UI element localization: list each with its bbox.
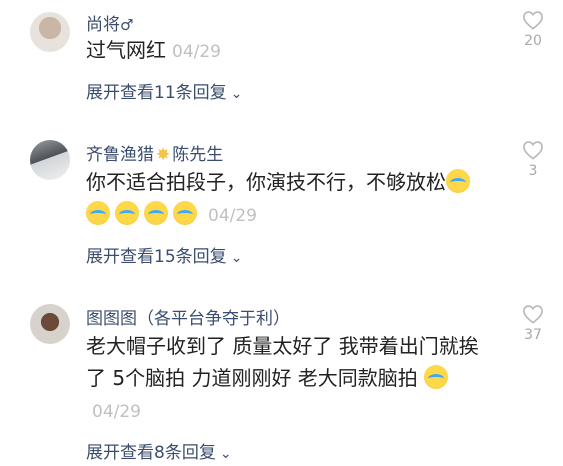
expand-replies-label: 展开查看8条回复: [86, 443, 216, 463]
like-button[interactable]: 37: [518, 304, 548, 343]
expand-replies-label: 展开查看15条回复: [86, 247, 227, 267]
avatar[interactable]: [30, 12, 70, 52]
expand-replies-button[interactable]: 展开查看15条回复 ⌄: [86, 242, 242, 267]
crying-laughing-emoji: [86, 201, 110, 225]
comment-body: 你不适合拍段子，你演技不行，不够放松: [86, 170, 446, 194]
comment-username[interactable]: 齐鲁渔猎 ✸ 陈先生: [86, 140, 223, 165]
expand-replies-button[interactable]: 展开查看11条回复 ⌄: [86, 78, 242, 103]
like-button[interactable]: 20: [518, 10, 548, 49]
comment-username[interactable]: 尚将♂: [86, 10, 133, 35]
crying-laughing-emoji: [173, 201, 197, 225]
chevron-down-icon: ⌄: [219, 446, 232, 462]
expand-replies-label: 展开查看11条回复: [86, 83, 227, 103]
username-text: 图图图（各平台争夺于利）: [86, 309, 290, 329]
avatar[interactable]: [30, 140, 70, 180]
chevron-down-icon: ⌄: [230, 250, 243, 266]
male-gender-icon: ♂: [120, 16, 134, 34]
comment-timestamp: 04/29: [208, 206, 257, 226]
comment-text: 老大帽子收到了 质量太好了 我带着出门就挨了 5个脑拍 力道刚刚好 老大同款脑拍…: [86, 330, 481, 428]
avatar[interactable]: [30, 304, 70, 344]
comment-text: 你不适合拍段子，你演技不行，不够放松 04/29: [86, 166, 481, 232]
comment-body: 老大帽子收到了 质量太好了 我带着出门就挨了 5个脑拍 力道刚刚好 老大同款脑拍: [86, 334, 479, 390]
heart-outline-icon: [523, 11, 543, 30]
heart-outline-icon: [523, 305, 543, 324]
crying-laughing-emoji: [446, 169, 470, 193]
sparkle-badge-icon: ✸: [156, 145, 171, 165]
comment-timestamp: 04/29: [92, 402, 141, 422]
comment-body: 过气网红: [86, 38, 166, 62]
heart-outline-icon: [523, 141, 543, 160]
comment-timestamp: 04/29: [172, 42, 221, 62]
expand-replies-button[interactable]: 展开查看8条回复 ⌄: [86, 438, 232, 463]
comment-text: 过气网红 04/29: [86, 34, 486, 68]
comment-username[interactable]: 图图图（各平台争夺于利）: [86, 304, 290, 329]
crying-laughing-emoji: [144, 201, 168, 225]
like-button[interactable]: 3: [518, 140, 548, 179]
crying-laughing-emoji: [115, 201, 139, 225]
username-text: 齐鲁渔猎: [86, 145, 154, 165]
chevron-down-icon: ⌄: [230, 86, 243, 102]
like-count: 3: [528, 163, 538, 179]
username-suffix: 陈先生: [172, 145, 224, 165]
like-count: 37: [524, 327, 542, 343]
crying-laughing-emoji: [423, 365, 448, 389]
username-text: 尚将: [86, 15, 120, 35]
like-count: 20: [524, 33, 542, 49]
